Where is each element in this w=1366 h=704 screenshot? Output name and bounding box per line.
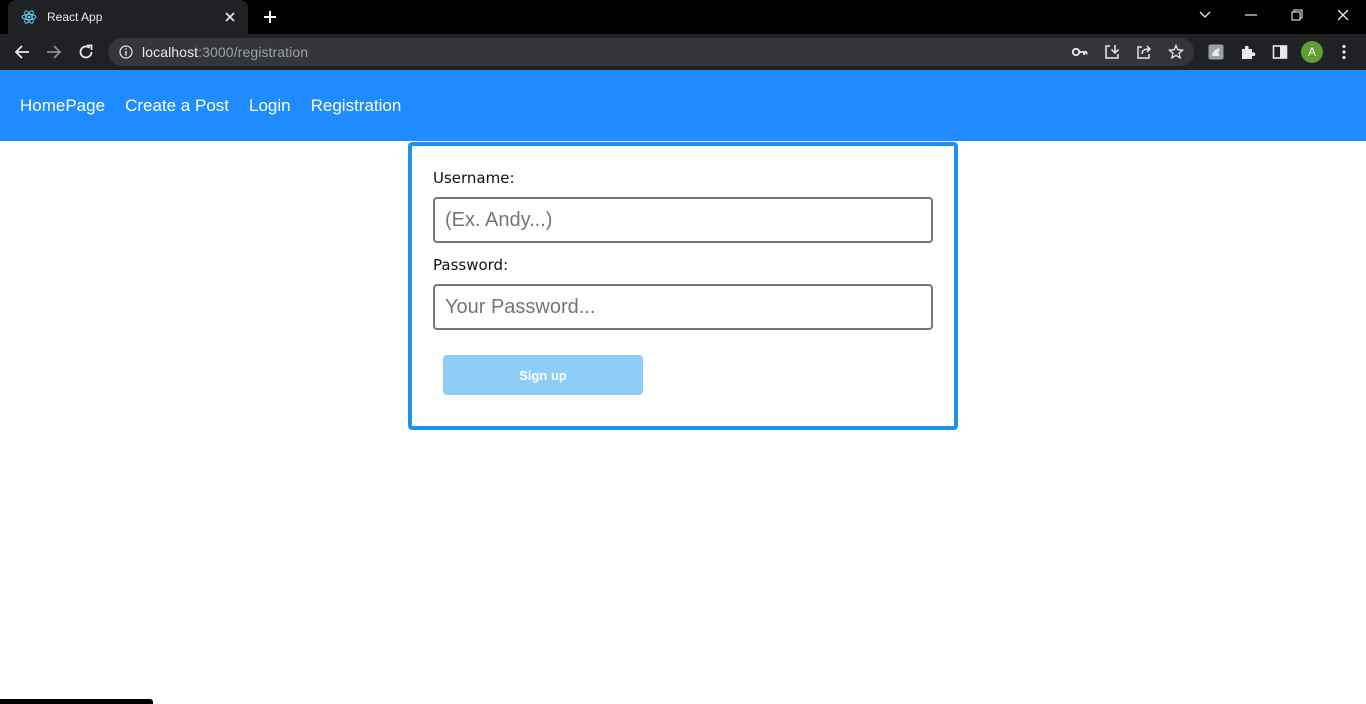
password-input[interactable]	[433, 284, 933, 330]
nav-link-login[interactable]: Login	[249, 96, 291, 116]
side-panel-icon[interactable]	[1266, 38, 1294, 66]
password-label: Password:	[433, 256, 509, 274]
info-icon[interactable]	[118, 44, 134, 60]
tab-title: React App	[47, 10, 103, 24]
app-navbar: HomePage Create a Post Login Registratio…	[0, 70, 1366, 141]
profile-avatar[interactable]: A	[1301, 41, 1323, 63]
username-label: Username:	[433, 169, 515, 187]
browser-tabstrip: React App	[0, 0, 1366, 34]
url-host: localhost	[142, 44, 199, 60]
nav-link-homepage[interactable]: HomePage	[20, 96, 105, 116]
url-path: :3000/registration	[198, 44, 309, 60]
nav-link-create-post[interactable]: Create a Post	[125, 96, 229, 116]
menu-icon[interactable]	[1330, 38, 1358, 66]
install-icon[interactable]	[1101, 42, 1123, 62]
plus-icon[interactable]	[258, 5, 282, 29]
puzzle-icon[interactable]	[1234, 38, 1262, 66]
minimize-icon[interactable]	[1228, 0, 1274, 30]
extension-icon[interactable]	[1202, 38, 1230, 66]
browser-toolbar: localhost:3000/registration A	[0, 34, 1366, 70]
registration-form: Username: Password: Sign up	[408, 142, 958, 430]
username-input[interactable]	[433, 197, 933, 243]
address-bar[interactable]: localhost:3000/registration	[108, 38, 1194, 66]
star-icon[interactable]	[1165, 42, 1187, 62]
bottom-edge-bar	[0, 699, 153, 704]
close-icon[interactable]	[1320, 0, 1366, 30]
key-icon[interactable]	[1069, 42, 1091, 62]
url-text: localhost:3000/registration	[142, 44, 308, 60]
share-icon[interactable]	[1133, 42, 1155, 62]
close-icon[interactable]	[220, 7, 240, 27]
browser-tab[interactable]: React App	[8, 0, 248, 34]
nav-link-registration[interactable]: Registration	[311, 96, 402, 116]
sign-up-button[interactable]: Sign up	[443, 355, 643, 395]
restore-icon[interactable]	[1274, 0, 1320, 30]
back-icon[interactable]	[8, 38, 36, 66]
forward-icon[interactable]	[40, 38, 68, 66]
react-icon	[21, 9, 37, 25]
reload-icon[interactable]	[72, 38, 100, 66]
chevron-down-icon[interactable]	[1182, 0, 1228, 30]
